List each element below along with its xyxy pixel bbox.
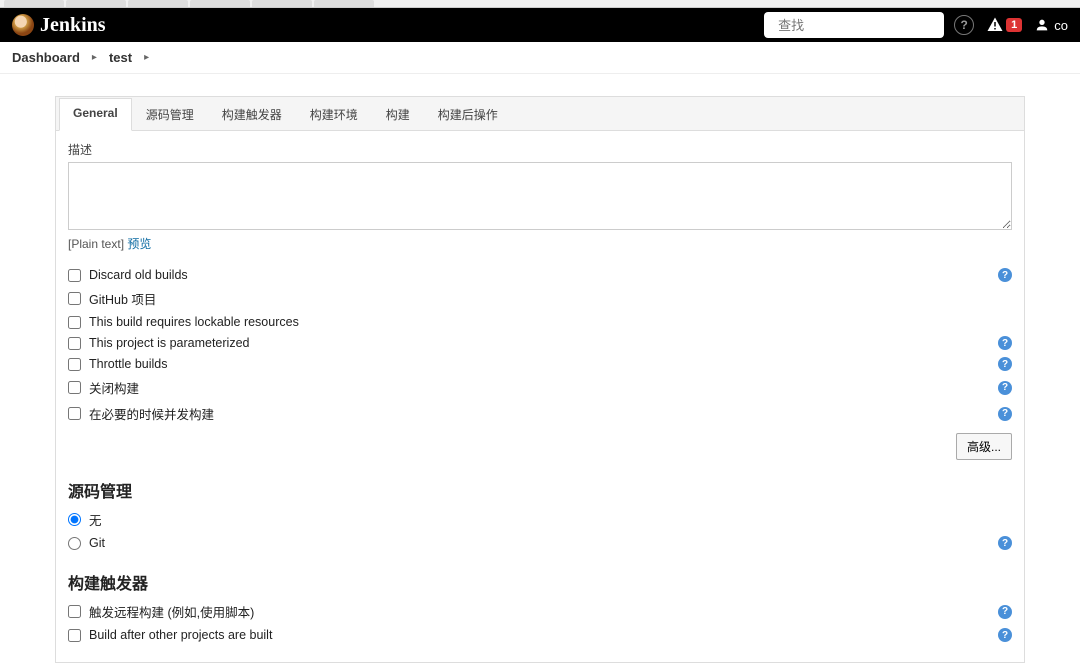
option-label[interactable]: GitHub 项目 (89, 289, 1012, 308)
user-label: co (1054, 18, 1068, 33)
option-row: Build after other projects are built? (68, 626, 1012, 644)
browser-tab-strip (0, 0, 1080, 8)
tab-general[interactable]: General (59, 98, 132, 131)
option-label[interactable]: Git (89, 536, 998, 550)
option-checkbox[interactable] (68, 605, 81, 618)
option-label[interactable]: 触发远程构建 (例如,使用脚本) (89, 602, 998, 621)
breadcrumb-test[interactable]: test (109, 50, 132, 65)
option-row: Discard old builds? (68, 266, 1012, 284)
option-radio[interactable] (68, 537, 81, 550)
option-row: Throttle builds? (68, 355, 1012, 373)
help-icon[interactable]: ? (998, 605, 1012, 619)
option-checkbox[interactable] (68, 337, 81, 350)
breadcrumb: Dashboard ▸ test ▸ (0, 42, 1080, 74)
jenkins-logo-text: Jenkins (40, 14, 106, 37)
alert-count-badge[interactable]: 1 (1006, 18, 1022, 32)
user-menu[interactable]: co (1034, 17, 1068, 33)
config-tabs: General 源码管理 构建触发器 构建环境 构建 构建后操作 (56, 97, 1024, 131)
tab-build[interactable]: 构建 (372, 98, 424, 131)
option-checkbox[interactable] (68, 407, 81, 420)
option-label[interactable]: Throttle builds (89, 357, 998, 371)
search-input[interactable] (778, 18, 954, 33)
option-checkbox[interactable] (68, 269, 81, 282)
chevron-right-icon: ▸ (92, 52, 97, 63)
option-row: Git? (68, 534, 1012, 552)
option-row: 在必要的时候并发构建? (68, 402, 1012, 425)
option-row: This project is parameterized? (68, 334, 1012, 352)
option-row: 无 (68, 508, 1012, 531)
user-icon (1034, 17, 1050, 33)
config-panel: General 源码管理 构建触发器 构建环境 构建 构建后操作 描述 [Pla… (55, 96, 1025, 663)
preview-link[interactable]: 预览 (127, 237, 151, 251)
option-checkbox[interactable] (68, 316, 81, 329)
help-icon[interactable]: ? (998, 407, 1012, 421)
option-label[interactable]: 关闭构建 (89, 378, 998, 397)
help-icon[interactable]: ? (998, 381, 1012, 395)
tab-env[interactable]: 构建环境 (296, 98, 372, 131)
top-nav: Jenkins ? 1 co (0, 8, 1080, 42)
scm-section-title: 源码管理 (68, 478, 1012, 502)
option-label[interactable]: 在必要的时候并发构建 (89, 404, 998, 423)
help-icon[interactable]: ? (998, 336, 1012, 350)
description-label: 描述 (68, 141, 1012, 158)
help-icon[interactable]: ? (998, 357, 1012, 371)
tab-post[interactable]: 构建后操作 (424, 98, 512, 131)
help-icon[interactable]: ? (998, 628, 1012, 642)
option-row: GitHub 项目 (68, 287, 1012, 310)
option-row: 关闭构建? (68, 376, 1012, 399)
option-radio[interactable] (68, 513, 81, 526)
format-prefix: [Plain text] (68, 237, 127, 251)
alert-icon[interactable] (986, 16, 1004, 34)
option-label[interactable]: This build requires lockable resources (89, 315, 1012, 329)
format-line: [Plain text] 预览 (68, 235, 1012, 252)
main-content: General 源码管理 构建触发器 构建环境 构建 构建后操作 描述 [Pla… (0, 96, 1080, 663)
jenkins-logo-icon (12, 14, 34, 36)
option-checkbox[interactable] (68, 381, 81, 394)
option-label[interactable]: This project is parameterized (89, 336, 998, 350)
triggers-section-title: 构建触发器 (68, 570, 1012, 594)
jenkins-logo[interactable]: Jenkins (12, 14, 106, 37)
advanced-button[interactable]: 高级... (956, 433, 1012, 460)
option-label[interactable]: Build after other projects are built (89, 628, 998, 642)
option-checkbox[interactable] (68, 629, 81, 642)
chevron-right-icon: ▸ (144, 52, 149, 63)
option-row: 触发远程构建 (例如,使用脚本)? (68, 600, 1012, 623)
option-checkbox[interactable] (68, 358, 81, 371)
option-label[interactable]: Discard old builds (89, 268, 998, 282)
option-row: This build requires lockable resources (68, 313, 1012, 331)
tab-triggers[interactable]: 构建触发器 (208, 98, 296, 131)
help-icon[interactable]: ? (998, 268, 1012, 282)
help-icon[interactable]: ? (998, 536, 1012, 550)
option-checkbox[interactable] (68, 292, 81, 305)
tab-scm[interactable]: 源码管理 (132, 98, 208, 131)
help-icon[interactable]: ? (954, 15, 974, 35)
description-textarea[interactable] (68, 162, 1012, 230)
search-box[interactable] (764, 12, 944, 38)
breadcrumb-dashboard[interactable]: Dashboard (12, 50, 80, 65)
